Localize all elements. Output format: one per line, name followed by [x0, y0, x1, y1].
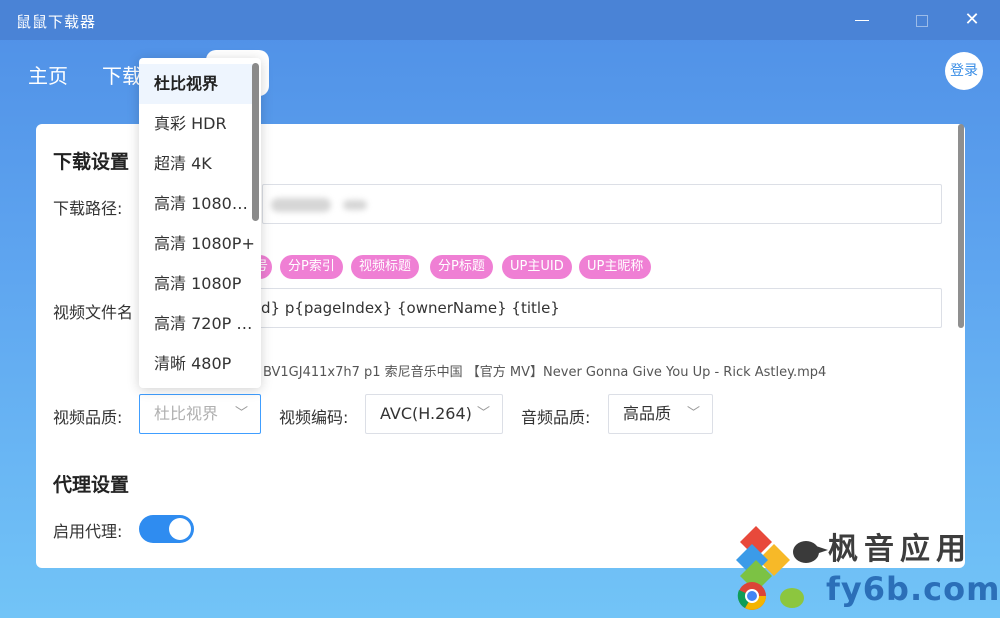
watermark-logo [736, 526, 828, 610]
quality-option-dolby-vision[interactable]: 杜比视界 [139, 64, 255, 104]
page-scrollbar[interactable] [958, 124, 964, 328]
nav-home[interactable]: 主页 [28, 60, 68, 89]
proxy-settings-title: 代理设置 [53, 474, 130, 496]
login-button[interactable]: 登录 [945, 52, 983, 90]
quality-option-1080p60[interactable]: 高清 1080P 60帧 [139, 184, 255, 224]
maximize-icon [916, 14, 928, 27]
proxy-toggle[interactable] [139, 515, 194, 543]
tag-page-index[interactable]: 分P索引 [280, 255, 343, 279]
video-codec-value: AVC(H.264) [380, 404, 472, 423]
video-quality-dropdown: 杜比视界 真彩 HDR 超清 4K 高清 1080P 60帧 高清 1080P+… [139, 58, 261, 388]
audio-quality-select[interactable]: 高品质 ﹀ [608, 394, 713, 434]
quality-option-1080p-plus[interactable]: 高清 1080P+ [139, 224, 255, 264]
tag-video-title[interactable]: 视频标题 [351, 255, 420, 279]
filename-input[interactable]: d} p{pageIndex} {ownerName} {title} [240, 288, 942, 328]
filename-value: d} p{pageIndex} {ownerName} {title} [261, 299, 560, 317]
quality-option-1080p[interactable]: 高清 1080P [139, 264, 255, 304]
maximize-button[interactable] [908, 8, 936, 32]
quality-option-720p60[interactable]: 高清 720P 60帧 [139, 304, 255, 344]
download-path-label: 下载路径: [53, 199, 123, 218]
redacted-path-part [343, 200, 367, 210]
video-quality-label: 视频品质: [53, 408, 123, 427]
close-icon: ✕ [964, 9, 980, 30]
windows-logo-icon [736, 526, 790, 592]
minimize-button[interactable] [848, 8, 876, 32]
video-codec-label: 视频编码: [279, 408, 349, 427]
proxy-enable-label: 启用代理: [53, 522, 123, 541]
filename-label: 视频文件名 [53, 303, 134, 322]
minimize-icon [855, 19, 869, 22]
redacted-path [271, 198, 331, 212]
download-settings-title: 下载设置 [53, 151, 130, 173]
watermark-url: fy6b.com [826, 570, 1000, 608]
video-quality-select[interactable]: 杜比视界 ﹀ [139, 394, 261, 434]
tag-page-title[interactable]: 分P标题 [430, 255, 493, 279]
close-button[interactable]: ✕ [958, 8, 986, 32]
video-codec-select[interactable]: AVC(H.264) ﹀ [365, 394, 503, 434]
audio-quality-label: 音频品质: [521, 408, 591, 427]
audio-quality-value: 高品质 [623, 404, 672, 423]
toggle-knob [169, 518, 191, 540]
filename-preview: BV1GJ411x7h7 p1 索尼音乐中国 【官方 MV】Never Gonn… [263, 365, 827, 380]
video-quality-value: 杜比视界 [154, 404, 219, 423]
title-bar: 鼠鼠下载器 ✕ [0, 0, 1000, 40]
quality-option-4k[interactable]: 超清 4K [139, 144, 255, 184]
chevron-down-icon: ﹀ [476, 406, 490, 421]
window-title: 鼠鼠下载器 [16, 13, 97, 31]
quality-option-hdr[interactable]: 真彩 HDR [139, 104, 255, 144]
bird-icon [780, 541, 828, 608]
tag-owner-uid[interactable]: UP主UID [502, 255, 572, 279]
quality-option-480p[interactable]: 清晰 480P [139, 344, 255, 384]
chevron-down-icon: ﹀ [686, 406, 700, 421]
dropdown-scrollbar[interactable] [252, 63, 259, 221]
chevron-down-icon: ﹀ [234, 406, 248, 421]
tag-owner-name[interactable]: UP主昵称 [579, 255, 652, 279]
chrome-logo-icon [737, 582, 766, 610]
nav-download[interactable]: 下载 [102, 60, 142, 89]
watermark-text: 枫音应用 [828, 532, 972, 567]
download-path-input[interactable] [262, 184, 942, 224]
